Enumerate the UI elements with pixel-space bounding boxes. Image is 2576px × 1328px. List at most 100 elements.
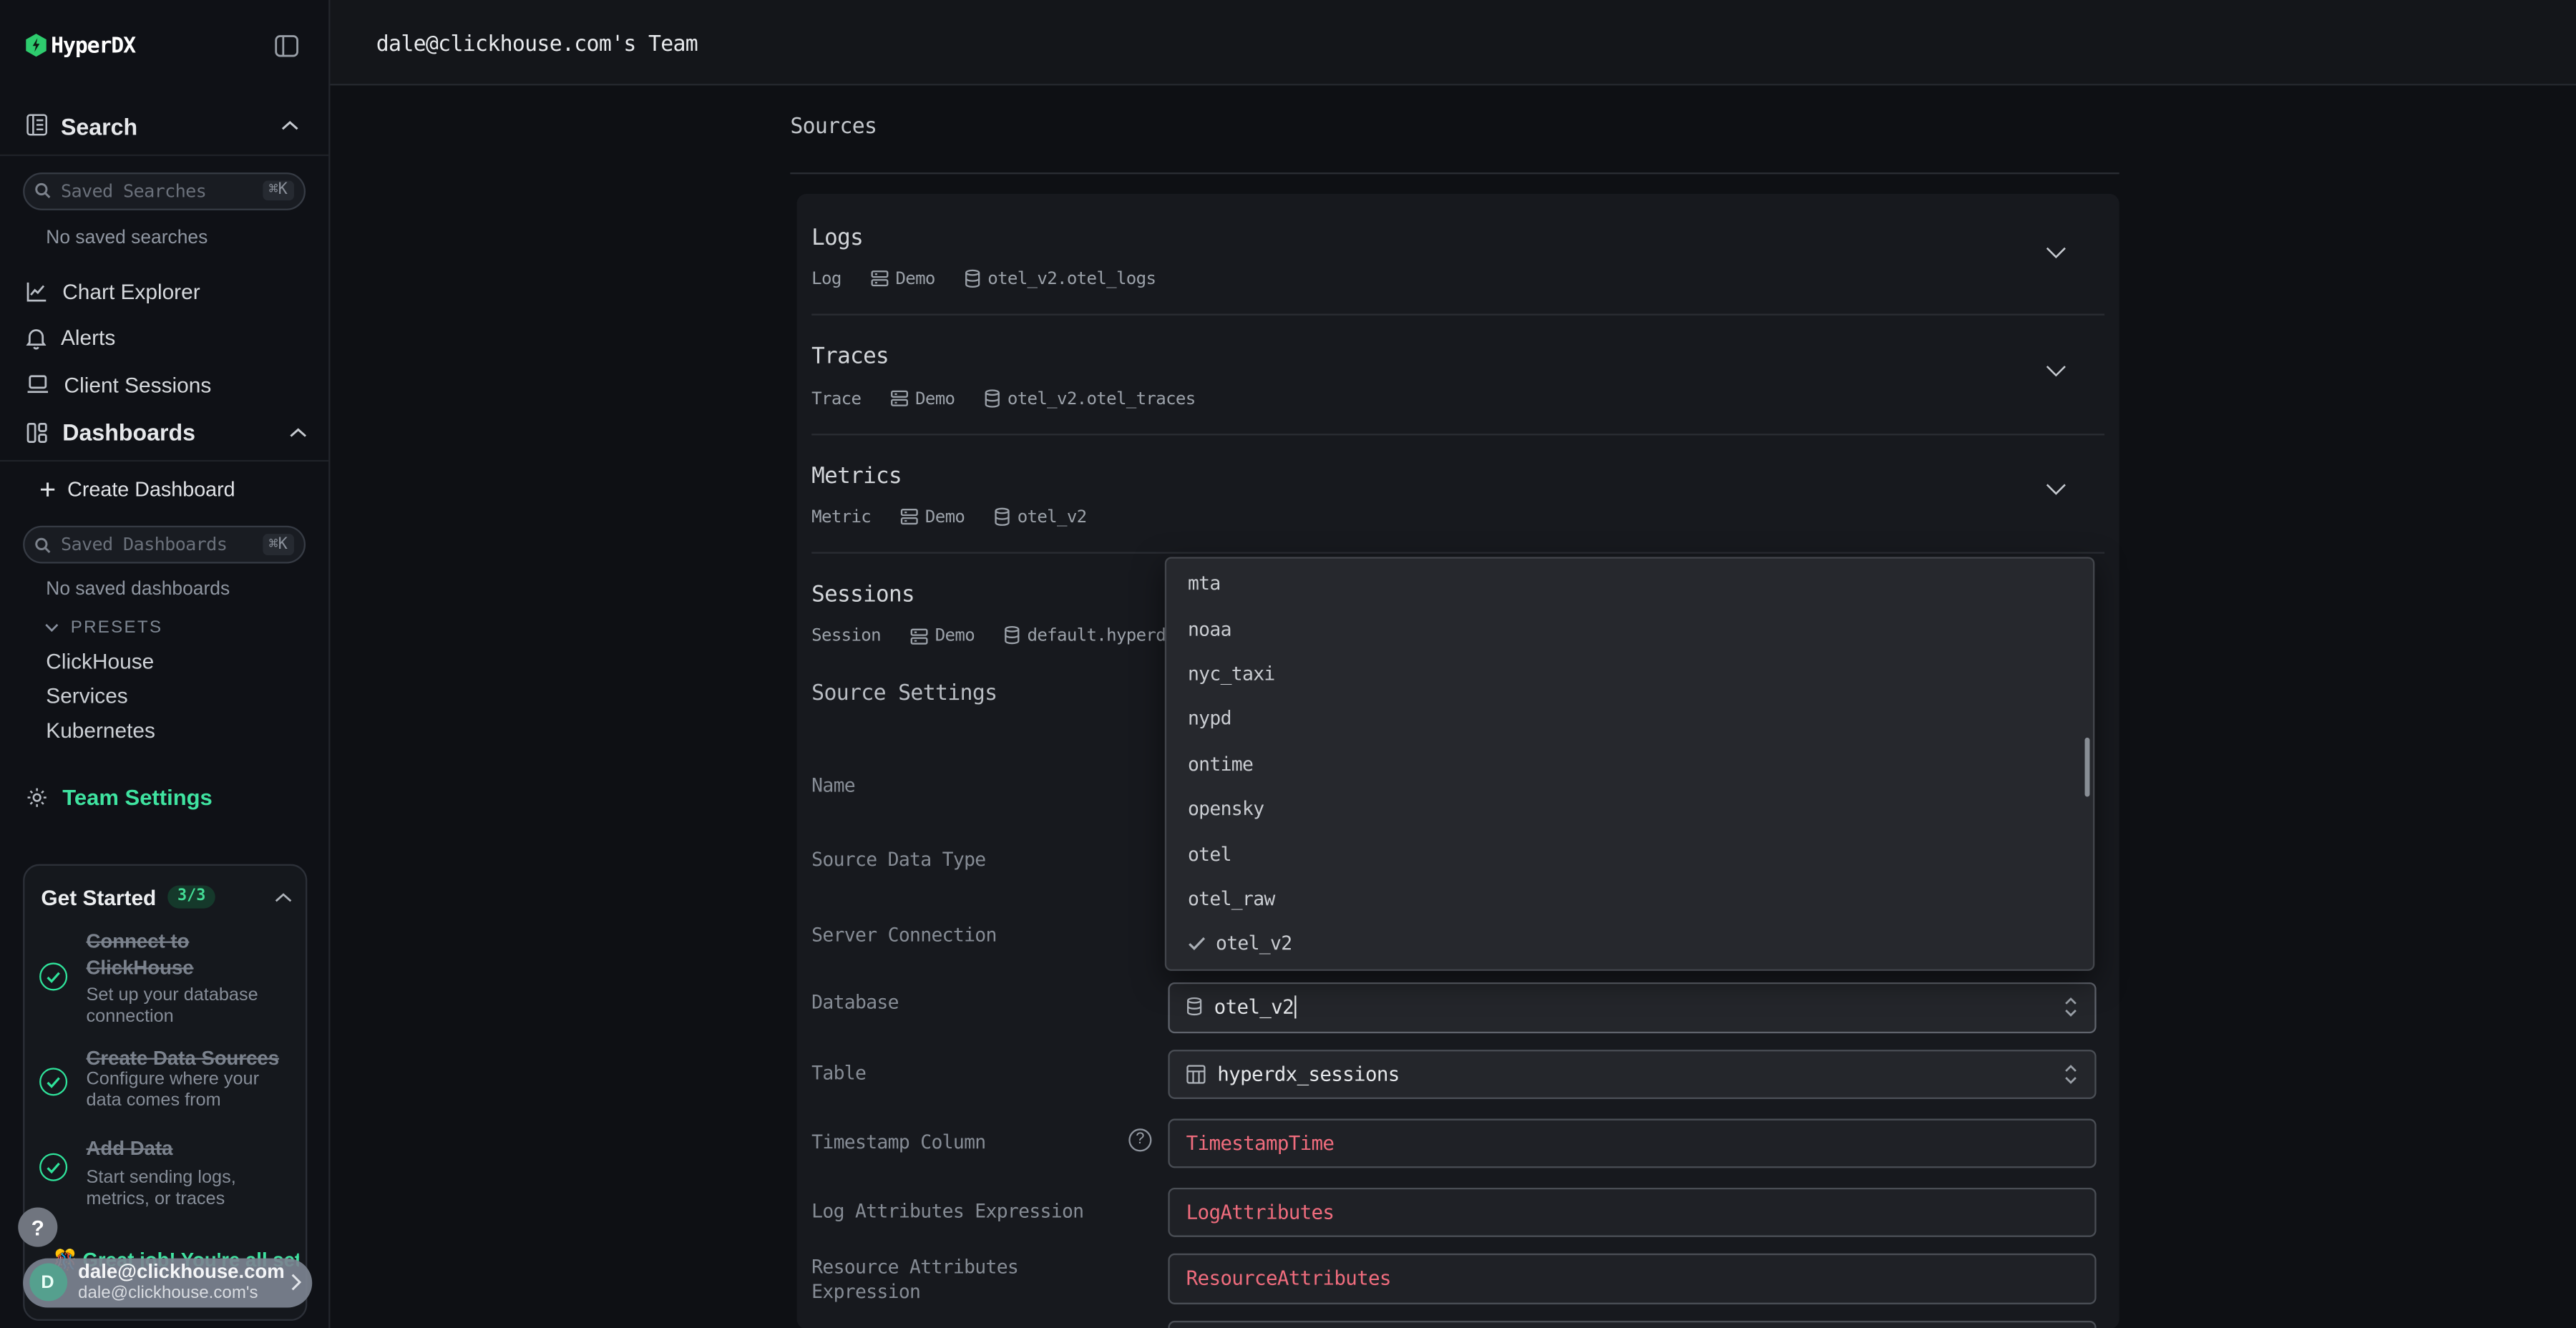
source-meta-row: Trace Demo otel_v2.otel_traces — [811, 389, 1195, 409]
sidebar-item-label: Client Sessions — [64, 372, 212, 396]
connection-name: Demo — [935, 626, 975, 646]
text-caret — [1295, 996, 1297, 1019]
database-select[interactable]: otel_v2 — [1168, 982, 2096, 1032]
chevron-down-icon[interactable] — [2045, 482, 2072, 499]
chevron-up-icon — [289, 426, 307, 438]
help-button[interactable]: ? — [18, 1208, 57, 1247]
dropdown-option-otel_raw[interactable]: otel_raw — [1166, 876, 2093, 921]
get-started-item-title[interactable]: Add Data — [87, 1135, 287, 1161]
connection-name: Demo — [925, 507, 965, 527]
source-title-sessions: Sessions — [811, 582, 914, 608]
get-started-item-subtitle: Configure where your data comes from — [87, 1070, 274, 1114]
sidebar-item-client-sessions[interactable]: Client Sessions — [0, 363, 328, 406]
question-mark-label: ? — [31, 1215, 44, 1239]
next-input-sliver[interactable] — [1168, 1320, 2096, 1328]
sidebar-item-team-settings[interactable]: Team Settings — [26, 785, 213, 809]
hyperdx-logo-icon — [24, 33, 47, 57]
create-dashboard-label: Create Dashboard — [67, 478, 235, 501]
dropdown-option-ontime[interactable]: ontime — [1166, 741, 2093, 786]
get-started-item-title[interactable]: Connect to ClickHouse — [87, 928, 287, 981]
timestamp-column-input[interactable]: TimestampTime — [1168, 1118, 2096, 1168]
chevron-down-icon[interactable] — [2045, 245, 2072, 262]
card-divider — [811, 314, 2104, 316]
gear-icon — [26, 787, 48, 809]
dropdown-option-opensky[interactable]: opensky — [1166, 786, 2093, 831]
create-dashboard-button[interactable]: Create Dashboard — [39, 478, 235, 501]
timestamp-column-value: TimestampTime — [1186, 1131, 1335, 1154]
server-icon — [910, 627, 928, 645]
sidebar-item-chart-explorer[interactable]: Chart Explorer — [0, 270, 328, 313]
sidebar: HyperDX Search — [0, 0, 330, 1328]
database-value: otel_v2 — [1214, 996, 1294, 1019]
plus-icon — [39, 482, 56, 498]
team-title: dale@clickhouse.com's Team — [376, 33, 698, 57]
table-icon — [1186, 1064, 1206, 1084]
log-attributes-input[interactable]: LogAttributes — [1168, 1187, 2096, 1237]
database-icon — [965, 268, 981, 288]
shortcut-badge: ⌘K — [262, 534, 294, 555]
chevron-up-icon — [281, 120, 299, 132]
field-label-resource-attributes: Resource Attributes Expression — [811, 1254, 1074, 1305]
table-path: otel_v2.otel_logs — [987, 268, 1156, 288]
get-started-badge: 3/3 — [167, 886, 215, 908]
check-circle-icon — [39, 1153, 67, 1181]
search-icon — [34, 182, 51, 199]
table-path: otel_v2 — [1018, 507, 1087, 527]
check-circle-icon — [39, 962, 67, 990]
top-header: dale@clickhouse.com's Team — [328, 0, 2576, 84]
resource-attributes-value: ResourceAttributes — [1186, 1267, 1391, 1290]
chevron-down-icon — [44, 622, 59, 633]
sidebar-item-label: Chart Explorer — [62, 278, 200, 303]
dropdown-option-nyc_taxi[interactable]: nyc_taxi — [1166, 651, 2093, 696]
saved-dashboards-input[interactable]: Saved Dashboards ⌘K — [23, 526, 306, 564]
preset-item-kubernetes[interactable]: Kubernetes — [46, 718, 155, 742]
dropdown-option-nypd[interactable]: nypd — [1166, 696, 2093, 741]
database-icon — [1004, 626, 1020, 646]
timestamp-help-icon[interactable]: ? — [1128, 1128, 1151, 1151]
dropdown-option-otel[interactable]: otel — [1166, 831, 2093, 876]
preset-item-services[interactable]: Services — [46, 683, 127, 708]
log-attributes-value: LogAttributes — [1186, 1201, 1335, 1224]
preset-item-clickhouse[interactable]: ClickHouse — [46, 649, 154, 673]
sidebar-divider — [0, 155, 328, 156]
table-select[interactable]: hyperdx_sessions — [1168, 1049, 2096, 1099]
page-title: Sources — [790, 115, 877, 140]
table-value: hyperdx_sessions — [1217, 1063, 1399, 1085]
dropdown-option-noaa[interactable]: noaa — [1166, 606, 2093, 651]
saved-dashboards-placeholder: Saved Dashboards — [61, 534, 262, 555]
user-team: dale@clickhouse.com's — [78, 1284, 291, 1304]
dashboards-icon — [26, 421, 48, 443]
presets-toggle[interactable]: PRESETS — [44, 617, 162, 638]
source-type: Log — [811, 268, 841, 288]
saved-searches-placeholder: Saved Searches — [61, 180, 262, 201]
field-label-server-connection: Server Connection — [811, 922, 997, 948]
dropdown-option-otel_v2-selected[interactable]: otel_v2 — [1166, 921, 2093, 966]
source-title-logs: Logs — [811, 224, 863, 250]
search-icon — [34, 537, 51, 553]
source-type: Session — [811, 626, 881, 646]
resource-attributes-input[interactable]: ResourceAttributes — [1168, 1254, 2096, 1304]
get-started-item-title[interactable]: Create Data Sources — [87, 1045, 287, 1071]
saved-searches-input[interactable]: Saved Searches ⌘K — [23, 172, 306, 210]
chevron-up-icon[interactable] — [274, 892, 292, 904]
sidebar-item-alerts[interactable]: Alerts — [0, 316, 328, 359]
user-meta: dale@clickhouse.com dale@clickhouse.com'… — [78, 1261, 291, 1303]
sidebar-section-search[interactable]: Search — [0, 99, 328, 158]
laptop-icon — [26, 374, 49, 394]
chevron-down-icon[interactable] — [2045, 364, 2072, 381]
database-icon — [985, 389, 1001, 409]
select-chevrons-icon — [2064, 1063, 2079, 1085]
search-section-label: Search — [61, 113, 137, 140]
collapse-sidebar-icon[interactable] — [274, 34, 301, 59]
sidebar-item-label: Alerts — [61, 326, 115, 350]
server-icon — [900, 507, 918, 525]
check-icon — [1188, 936, 1206, 951]
dropdown-option-mta[interactable]: mta — [1166, 561, 2093, 606]
source-meta-row: Log Demo otel_v2.otel_logs — [811, 268, 1156, 288]
get-started-item-subtitle: Set up your database connection — [87, 986, 274, 1030]
dropdown-scrollbar-thumb[interactable] — [2085, 737, 2090, 796]
sidebar-section-dashboards[interactable]: Dashboards — [0, 411, 328, 454]
field-label-name: Name — [811, 773, 855, 799]
select-chevrons-icon — [2064, 996, 2079, 1019]
user-menu[interactable]: D dale@clickhouse.com dale@clickhouse.co… — [23, 1258, 312, 1307]
